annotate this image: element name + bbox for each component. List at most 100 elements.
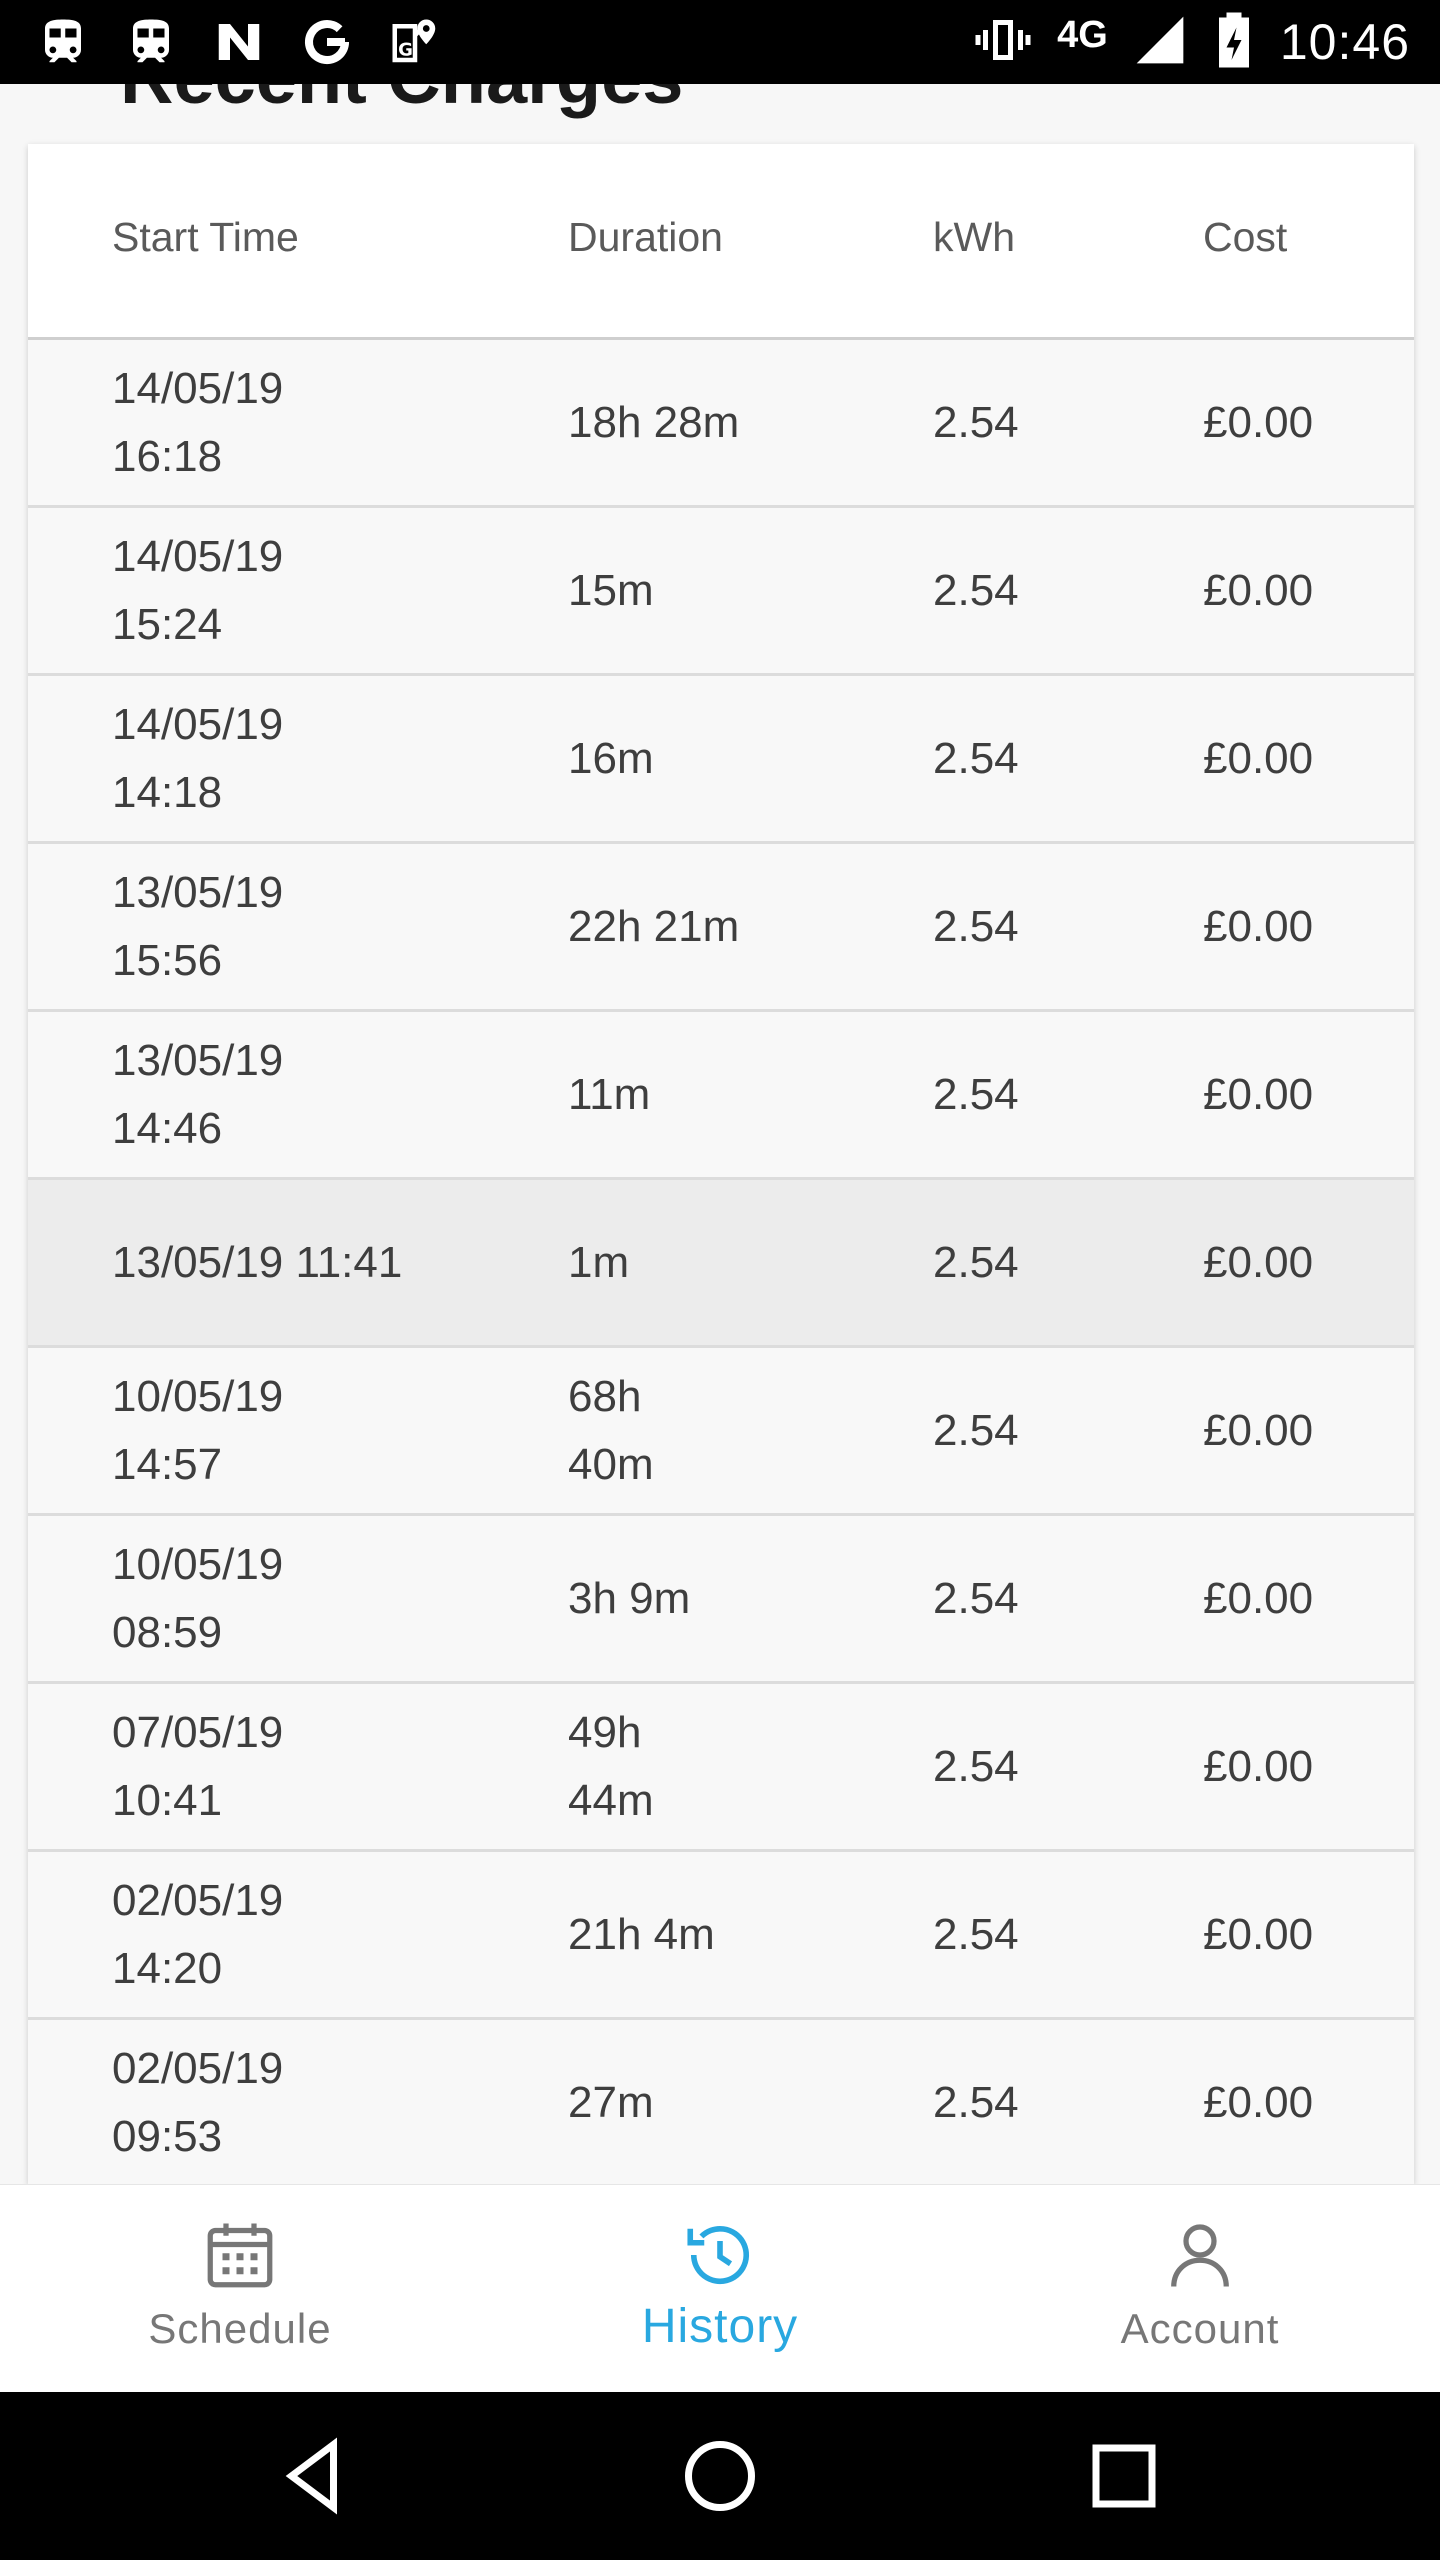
cell-start-time: 02/05/19 14:20	[112, 1852, 512, 2017]
cell-duration: 68h 40m	[568, 1371, 654, 1489]
table-row[interactable]: 02/05/19 09:53 27m 2.54 £0.00	[28, 2020, 1414, 2184]
home-icon	[685, 2441, 755, 2511]
system-navigation-bar	[0, 2392, 1440, 2560]
table-row[interactable]: 14/05/19 15:24 15m 2.54 £0.00	[28, 508, 1414, 676]
start-date: 14/05/19	[112, 699, 284, 749]
start-date: 02/05/19	[112, 2043, 284, 2093]
cell-cost: £0.00	[1203, 1069, 1314, 1119]
home-button[interactable]	[678, 2434, 762, 2518]
vibrate-icon	[973, 10, 1033, 75]
start-time: 08:59	[112, 1607, 223, 1657]
cell-start-time: 02/05/19 09:53	[112, 2020, 512, 2184]
nav-account[interactable]: Account	[960, 2185, 1440, 2393]
cell-duration: 21h 4m	[568, 1909, 715, 1959]
table-row[interactable]: 13/05/19 11:41 1m 2.54 £0.00	[28, 1180, 1414, 1348]
svg-text:G: G	[398, 40, 413, 61]
cell-cost: £0.00	[1203, 1405, 1314, 1455]
signal-icon	[1132, 12, 1188, 73]
notification-icons: G	[36, 14, 442, 70]
start-time: 10:41	[112, 1775, 223, 1825]
title-area: Recent Charges	[0, 84, 1440, 144]
user-icon	[1171, 2224, 1229, 2287]
train-icon	[124, 14, 178, 70]
network-type: 4G	[1057, 13, 1108, 56]
cell-start-time: 13/05/19 14:46	[112, 1012, 512, 1177]
cell-start-time: 10/05/19 08:59	[112, 1516, 512, 1681]
start-time: 15:56	[112, 935, 223, 985]
back-button[interactable]	[274, 2434, 358, 2518]
train-icon	[36, 14, 90, 70]
nav-label-history: History	[641, 2300, 799, 2353]
cell-start-time: 13/05/19 15:56	[112, 844, 512, 1009]
start-date: 13/05/19	[112, 1035, 284, 1085]
cell-cost: £0.00	[1203, 1237, 1314, 1287]
cell-kwh: 2.54	[933, 1741, 1019, 1791]
cell-duration: 11m	[568, 1069, 651, 1119]
cell-kwh: 2.54	[933, 565, 1019, 615]
start-time: 15:24	[112, 599, 223, 649]
cell-cost: £0.00	[1203, 901, 1314, 951]
cell-cost: £0.00	[1203, 2077, 1314, 2127]
maps-icon: G	[388, 14, 442, 70]
start-time: 14:18	[112, 767, 223, 817]
cell-cost: £0.00	[1203, 733, 1314, 783]
start-time: 14:57	[112, 1439, 223, 1489]
start-time: 14:20	[112, 1943, 223, 1993]
start-date: 07/05/19	[112, 1707, 284, 1757]
cell-duration: 18h 28m	[568, 397, 740, 447]
system-status: 4G 10:46	[973, 0, 1410, 84]
cell-cost: £0.00	[1203, 1573, 1314, 1623]
battery-icon	[1212, 10, 1256, 75]
cell-cost: £0.00	[1203, 397, 1314, 447]
table-row[interactable]: 07/05/19 10:41 49h 44m 2.54 £0.00	[28, 1684, 1414, 1852]
table-body: 14/05/19 16:18 18h 28m 2.54 £0.00 14/05/19 15:…	[28, 340, 1414, 2184]
cell-kwh: 2.54	[933, 901, 1019, 951]
cell-start-time: 07/05/19 10:41	[112, 1684, 512, 1849]
cell-kwh: 2.54	[933, 1909, 1019, 1959]
cell-duration: 49h 44m	[568, 1707, 654, 1825]
start-time: 14:46	[112, 1103, 223, 1153]
cell-kwh: 2.54	[933, 1069, 1019, 1119]
cell-cost: £0.00	[1203, 1909, 1314, 1959]
table-row[interactable]: 13/05/19 15:56 22h 21m 2.54 £0.00	[28, 844, 1414, 1012]
nav-label-schedule: Schedule	[148, 2305, 332, 2352]
start-date: 14/05/19	[112, 531, 284, 581]
start-date: 14/05/19	[112, 363, 284, 413]
cell-duration: 22h 21m	[568, 901, 740, 951]
column-header-duration: Duration	[568, 214, 723, 260]
recents-icon	[1092, 2444, 1156, 2508]
start-date: 10/05/19	[112, 1539, 284, 1589]
status-bar: G 4G 10:46	[0, 0, 1440, 84]
table-row[interactable]: 13/05/19 14:46 11m 2.54 £0.00	[28, 1012, 1414, 1180]
cell-kwh: 2.54	[933, 733, 1019, 783]
cell-duration: 3h 9m	[568, 1573, 691, 1623]
cell-duration: 16m	[568, 733, 654, 783]
cell-kwh: 2.54	[933, 397, 1019, 447]
table-row[interactable]: 10/05/19 14:57 68h 40m 2.54 £0.00	[28, 1348, 1414, 1516]
start-time: 09:53	[112, 2111, 223, 2161]
cell-kwh: 2.54	[933, 1405, 1019, 1455]
back-icon	[285, 2437, 337, 2515]
column-header-cost: Cost	[1203, 214, 1288, 260]
cell-start-time: 10/05/19 14:57	[112, 1348, 512, 1513]
nav-history[interactable]: History	[480, 2185, 960, 2393]
column-header-kwh: kWh	[933, 214, 1015, 260]
start-date: 13/05/19 11:41	[112, 1237, 403, 1287]
table-row[interactable]: 14/05/19 16:18 18h 28m 2.54 £0.00	[28, 340, 1414, 508]
cell-start-time: 14/05/19 15:24	[112, 508, 512, 673]
table-row[interactable]: 10/05/19 08:59 3h 9m 2.54 £0.00	[28, 1516, 1414, 1684]
page-title: Recent Charges	[120, 84, 683, 128]
table-row[interactable]: 14/05/19 14:18 16m 2.54 £0.00	[28, 676, 1414, 844]
cell-duration: 27m	[568, 2077, 654, 2127]
google-icon	[300, 14, 354, 70]
clock: 10:46	[1279, 14, 1410, 70]
history-icon	[687, 2225, 749, 2285]
cell-start-time: 13/05/19 11:41	[112, 1180, 512, 1345]
column-header-start-time: Start Time	[112, 214, 299, 260]
start-date: 02/05/19	[112, 1875, 284, 1925]
table-row[interactable]: 02/05/19 14:20 21h 4m 2.54 £0.00	[28, 1852, 1414, 2020]
nav-schedule[interactable]: Schedule	[0, 2185, 480, 2393]
bottom-navigation: Schedule History Account	[0, 2184, 1440, 2392]
recents-button[interactable]	[1082, 2434, 1166, 2518]
cell-kwh: 2.54	[933, 1237, 1019, 1287]
